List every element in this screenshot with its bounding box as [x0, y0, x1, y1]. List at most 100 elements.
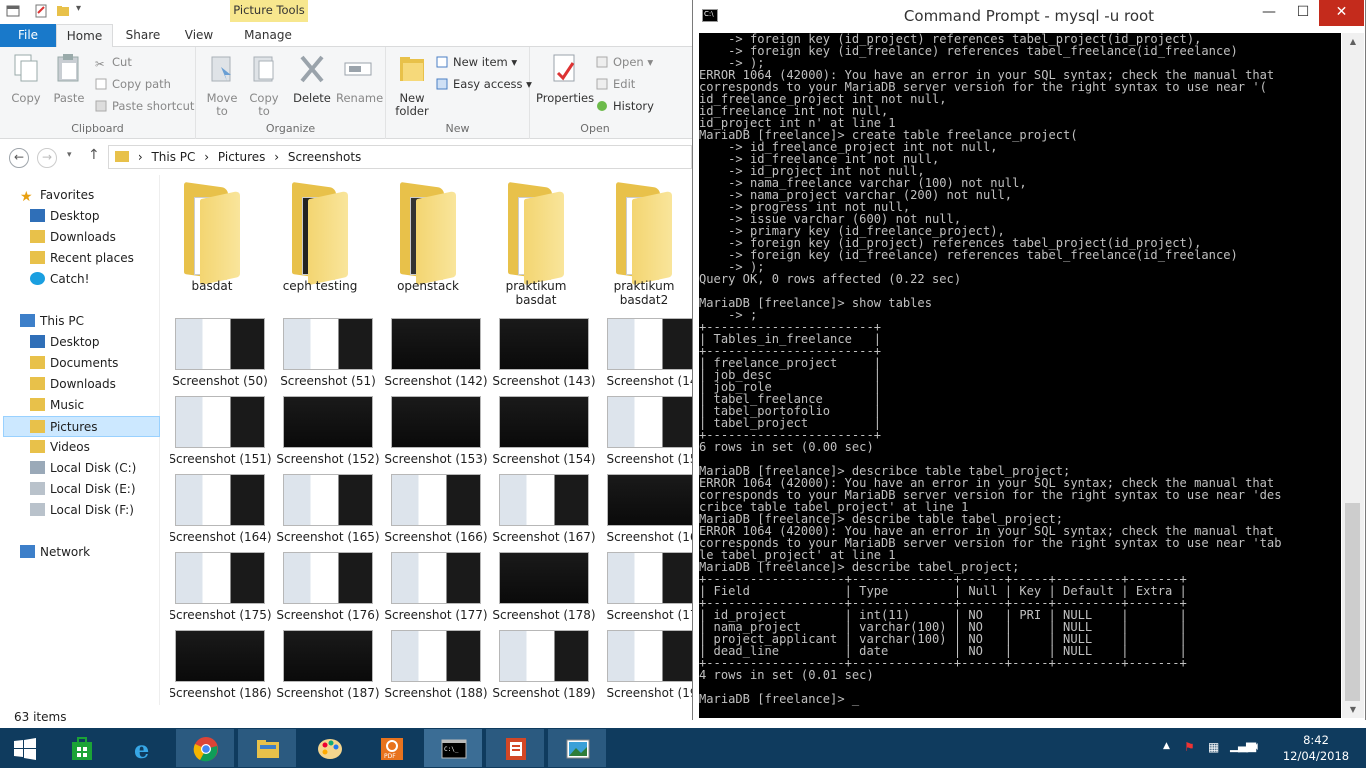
folder-item[interactable]: basdat [170, 175, 264, 310]
screenshot-thumbnail[interactable]: Screenshot (187) [276, 630, 380, 705]
nav-recent-places[interactable]: Recent places [30, 248, 187, 269]
easy-access-button[interactable]: Easy access ▾ [436, 77, 532, 91]
taskbar-file-explorer[interactable] [238, 729, 296, 767]
folder-item[interactable]: praktikum basdat2 [592, 175, 692, 310]
properties-button[interactable]: Properties [536, 53, 594, 105]
new-folder-button[interactable]: New folder [392, 53, 432, 118]
edit-button[interactable]: Edit [596, 77, 635, 91]
taskbar-photos[interactable] [548, 729, 606, 767]
nav-favorites-downloads[interactable]: Downloads [30, 227, 187, 248]
screenshot-thumbnail[interactable]: Screenshot (153) [384, 396, 488, 474]
taskbar-chrome[interactable] [176, 729, 234, 767]
screenshot-thumbnail[interactable]: Screenshot (189) [492, 630, 596, 705]
nav-music[interactable]: Music [30, 395, 187, 416]
scroll-up-icon[interactable]: ▲ [1342, 33, 1364, 50]
screenshot-thumbnail[interactable]: Screenshot (164) [170, 474, 272, 552]
screenshot-thumbnail[interactable]: Screenshot (50) [170, 318, 272, 396]
nav-local-disk-e[interactable]: Local Disk (E:) [30, 479, 187, 500]
show-hidden-icons-icon[interactable]: ▲ [1163, 741, 1170, 751]
breadcrumb-pictures[interactable]: Pictures [218, 150, 266, 164]
screenshot-thumbnail[interactable]: Screenshot (15 [600, 396, 692, 474]
copy-path-button[interactable]: Copy path [95, 77, 171, 91]
screenshot-thumbnail[interactable]: Screenshot (154) [492, 396, 596, 474]
taskbar-foxit-pdf[interactable]: PDF [362, 729, 420, 767]
back-button[interactable]: ← [9, 148, 29, 168]
maximize-button[interactable]: ☐ [1287, 0, 1319, 26]
network-signal-icon[interactable]: ▁▃▅ [1230, 738, 1256, 753]
paste-shortcut-button[interactable]: Paste shortcut [95, 99, 194, 113]
screenshot-thumbnail[interactable]: Screenshot (188) [384, 630, 488, 705]
folder-item[interactable]: openstack [376, 175, 480, 310]
action-center-flag-icon[interactable]: ⚑ [1184, 740, 1195, 754]
screenshot-thumbnail[interactable]: Screenshot (17 [600, 552, 692, 630]
nav-local-disk-c[interactable]: Local Disk (C:) [30, 458, 187, 479]
screenshot-thumbnail[interactable]: Screenshot (178) [492, 552, 596, 630]
tab-view[interactable]: View [177, 24, 221, 47]
address-box[interactable]: › This PC › Pictures › Screenshots [108, 145, 692, 169]
nav-videos[interactable]: Videos [30, 437, 187, 458]
taskbar-clock[interactable]: 8:42 12/04/2018 [1278, 732, 1354, 764]
screenshot-thumbnail[interactable]: Screenshot (14 [600, 318, 692, 396]
close-button[interactable]: ✕ [1319, 0, 1364, 26]
window-icon[interactable] [6, 4, 20, 18]
tab-manage[interactable]: Manage [233, 24, 303, 47]
minimize-button[interactable]: — [1253, 0, 1285, 26]
screenshot-thumbnail[interactable]: Screenshot (166) [384, 474, 488, 552]
screenshot-thumbnail[interactable]: Screenshot (152) [276, 396, 380, 474]
screenshot-thumbnail[interactable]: Screenshot (167) [492, 474, 596, 552]
history-button[interactable]: History [596, 99, 654, 113]
nav-network[interactable]: Network [20, 542, 177, 563]
nav-catch[interactable]: Catch! [30, 269, 187, 290]
cmd-title-bar[interactable]: C:\ Command Prompt - mysql -u root — ☐ ✕ [693, 0, 1365, 32]
folder-item[interactable]: praktikum basdat [484, 175, 588, 310]
taskbar-command-prompt[interactable]: C:\_ [424, 729, 482, 767]
scroll-down-icon[interactable]: ▼ [1342, 701, 1364, 718]
copy-to-button[interactable]: Copy to [244, 53, 284, 118]
copy-button[interactable]: Copy [6, 53, 46, 105]
nav-desktop[interactable]: Desktop [30, 332, 187, 353]
nav-favorites-desktop[interactable]: Desktop [30, 206, 187, 227]
screenshot-thumbnail[interactable]: Screenshot (176) [276, 552, 380, 630]
rename-button[interactable]: Rename [336, 53, 383, 105]
nav-documents[interactable]: Documents [30, 353, 187, 374]
paste-button[interactable]: Paste [48, 53, 90, 105]
customize-qat-chevron-icon[interactable]: ▾ [76, 3, 81, 14]
devices-icon[interactable]: ▦ [1208, 740, 1219, 754]
properties-icon[interactable] [34, 4, 48, 18]
start-button[interactable] [0, 729, 50, 767]
screenshot-thumbnail[interactable]: Screenshot (16 [600, 474, 692, 552]
console-scrollbar[interactable]: ▲ ▼ [1342, 33, 1364, 718]
up-arrow-icon[interactable]: ↑ [88, 147, 100, 163]
nav-local-disk-f[interactable]: Local Disk (F:) [30, 500, 187, 521]
forward-button[interactable]: → [37, 148, 57, 168]
volume-icon[interactable]: 🔈︎ [1254, 739, 1261, 754]
move-to-button[interactable]: Move to [202, 53, 242, 118]
screenshot-thumbnail[interactable]: Screenshot (19 [600, 630, 692, 705]
tab-file[interactable]: File [0, 24, 56, 47]
screenshot-thumbnail[interactable]: Screenshot (143) [492, 318, 596, 396]
screenshot-thumbnail[interactable]: Screenshot (186) [170, 630, 272, 705]
tab-home[interactable]: Home [56, 24, 113, 48]
tab-share[interactable]: Share [120, 24, 166, 47]
nav-pictures[interactable]: Pictures [3, 416, 160, 437]
open-button[interactable]: Open ▾ [596, 55, 653, 69]
nav-favorites[interactable]: ★ Favorites [20, 185, 177, 206]
cut-button[interactable]: ✂ Cut [95, 55, 132, 71]
delete-button[interactable]: Delete [290, 53, 334, 105]
screenshot-thumbnail[interactable]: Screenshot (175) [170, 552, 272, 630]
new-folder-icon[interactable] [56, 4, 70, 18]
new-item-button[interactable]: New item ▾ [436, 55, 517, 69]
breadcrumb-screenshots[interactable]: Screenshots [288, 150, 361, 164]
nav-downloads[interactable]: Downloads [30, 374, 187, 395]
breadcrumb-this-pc[interactable]: This PC [151, 150, 195, 164]
screenshot-thumbnail[interactable]: Screenshot (151) [170, 396, 272, 474]
screenshot-thumbnail[interactable]: Screenshot (51) [276, 318, 380, 396]
nav-this-pc[interactable]: This PC [20, 311, 177, 332]
taskbar-paint[interactable] [300, 729, 358, 767]
recent-locations-chevron-icon[interactable]: ▾ [67, 150, 72, 160]
screenshot-thumbnail[interactable]: Screenshot (165) [276, 474, 380, 552]
screenshot-thumbnail[interactable]: Screenshot (177) [384, 552, 488, 630]
taskbar-store[interactable] [52, 729, 110, 767]
scrollbar-thumb[interactable] [1345, 503, 1360, 701]
screenshot-thumbnail[interactable]: Screenshot (142) [384, 318, 488, 396]
